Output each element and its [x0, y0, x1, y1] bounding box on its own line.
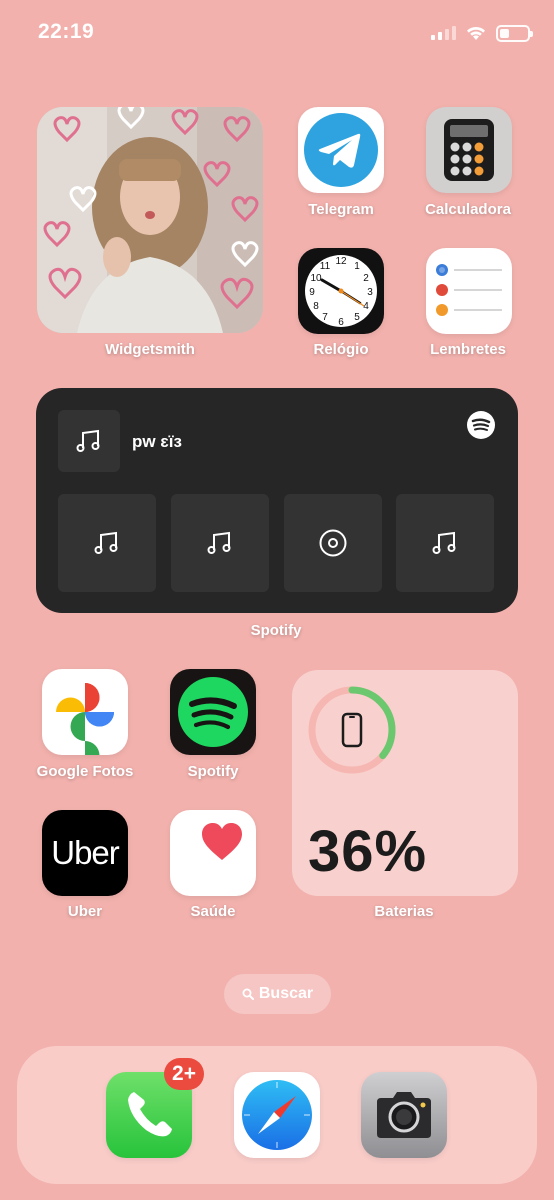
spotify-widget[interactable]: pw ɛïɜ [36, 388, 518, 613]
phone-notification-badge: 2+ [164, 1058, 204, 1090]
svg-text:10: 10 [310, 273, 322, 284]
safari-app-icon[interactable] [234, 1072, 320, 1158]
battery-percent: 36% [308, 819, 428, 884]
svg-text:5: 5 [354, 312, 360, 323]
svg-text:4: 4 [363, 301, 369, 312]
wifi-icon [467, 26, 485, 40]
saude-label: Saúde [190, 903, 236, 920]
batteries-widget[interactable]: 36% [292, 670, 518, 896]
spotify-tile-3[interactable] [284, 494, 382, 592]
spotify-tile-1[interactable] [58, 494, 156, 592]
svg-text:2: 2 [363, 273, 369, 284]
music-note-icon [432, 531, 456, 554]
safari-icon [242, 1080, 312, 1150]
health-app-icon[interactable] [170, 810, 256, 896]
calculator-app-icon[interactable] [426, 107, 512, 193]
now-playing-title: pw ɛïɜ [132, 432, 182, 451]
cellular-signal-icon [431, 26, 456, 40]
uber-logo: Uber [51, 834, 120, 871]
disc-icon [319, 529, 347, 557]
reminders-icon [436, 264, 502, 316]
svg-text:7: 7 [322, 312, 328, 323]
clock-app-icon[interactable]: 12 1 2 345 678 9 10 11 [298, 248, 384, 334]
spotify-widget-label: Spotify [250, 622, 302, 639]
music-note-icon [76, 429, 100, 452]
telegram-icon [304, 113, 378, 187]
status-indicators [431, 22, 533, 44]
music-note-icon [207, 531, 231, 554]
svg-text:1: 1 [354, 261, 360, 272]
telegram-app-icon[interactable] [298, 107, 384, 193]
widgetsmith-label: Widgetsmith [105, 341, 195, 358]
svg-text:11: 11 [320, 261, 331, 272]
status-time: 22:19 [38, 20, 95, 43]
search-icon [242, 988, 254, 1000]
widgetsmith-photo-widget[interactable] [37, 107, 263, 333]
photo-image [37, 107, 263, 333]
google-photos-app-icon[interactable] [42, 669, 128, 755]
svg-text:8: 8 [313, 301, 319, 312]
google-photos-icon [56, 683, 114, 755]
camera-icon [377, 1092, 431, 1138]
spotify-app-icon[interactable] [170, 669, 256, 755]
clock-icon: 12 12 345 678 91011 [305, 255, 377, 328]
spotify-icon [178, 677, 248, 747]
battery-icon [496, 24, 533, 42]
now-playing-cover[interactable] [58, 410, 120, 472]
svg-text:9: 9 [309, 287, 315, 298]
google-fotos-label: Google Fotos [36, 763, 134, 780]
calculator-icon [444, 119, 494, 181]
camera-app-icon[interactable] [361, 1072, 447, 1158]
spotify-app-label: Spotify [187, 763, 239, 780]
search-label: Buscar [258, 985, 314, 1002]
reminders-app-icon[interactable] [426, 248, 512, 334]
iphone-icon [341, 712, 363, 748]
heart-icon [202, 823, 242, 860]
spotify-tile-2[interactable] [171, 494, 269, 592]
spotify-logo-icon [467, 411, 495, 439]
svg-text:12: 12 [335, 256, 347, 267]
svg-text:3: 3 [367, 287, 373, 298]
calculadora-label: Calculadora [425, 201, 511, 218]
baterias-label: Baterias [374, 903, 434, 920]
uber-app-icon[interactable]: Uber [42, 810, 128, 896]
lembretes-label: Lembretes [430, 341, 506, 358]
search-button[interactable]: Buscar [224, 974, 331, 1014]
uber-label: Uber [67, 903, 103, 920]
relogio-label: Relógio [313, 341, 369, 358]
music-note-icon [94, 531, 118, 554]
svg-text:6: 6 [338, 317, 344, 328]
spotify-tile-4[interactable] [396, 494, 494, 592]
telegram-label: Telegram [308, 201, 374, 218]
